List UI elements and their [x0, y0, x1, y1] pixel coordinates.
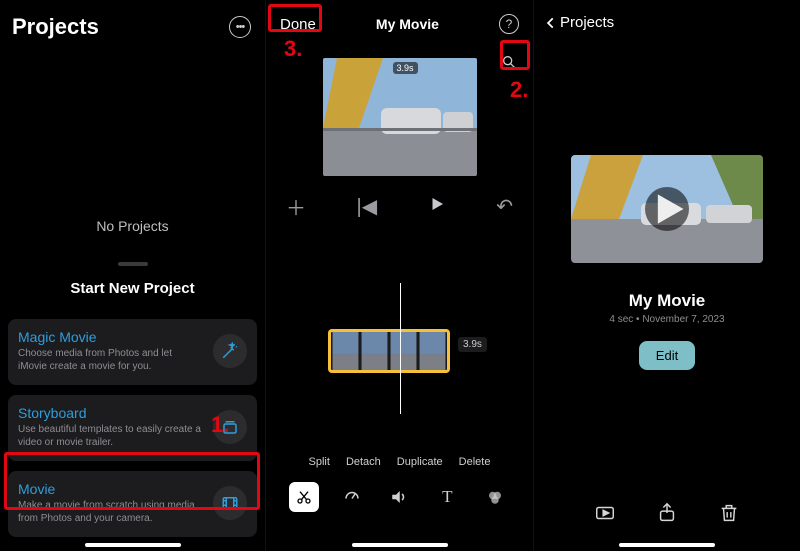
timeline[interactable]: 3.9s: [266, 291, 533, 406]
project-meta: 4 sec • November 7, 2023: [534, 314, 800, 325]
text-tool[interactable]: T: [432, 482, 462, 512]
volume-tool[interactable]: [384, 482, 414, 512]
card-desc: Use beautiful templates to easily create…: [18, 423, 203, 449]
projects-header: Projects •••: [0, 0, 265, 48]
preview-duration-badge: 3.9s: [393, 62, 418, 74]
clip-actions: Split Detach Duplicate Delete: [266, 456, 533, 468]
home-indicator: [352, 543, 448, 547]
edit-button[interactable]: Edit: [639, 341, 695, 370]
delete-button[interactable]: Delete: [459, 456, 491, 468]
annotation-box-movie: [4, 452, 260, 510]
movie-title: My Movie: [376, 16, 439, 32]
project-name: My Movie: [534, 291, 800, 311]
sheet-handle[interactable]: [118, 262, 148, 266]
speed-tool[interactable]: [337, 482, 367, 512]
split-button[interactable]: Split: [309, 456, 330, 468]
annotation-box-done: [268, 4, 322, 32]
play-overlay-icon: [645, 187, 689, 231]
undo-button[interactable]: ↶: [496, 194, 513, 219]
annotation-label-3: 3.: [284, 36, 302, 62]
play-button[interactable]: [428, 195, 446, 219]
card-title: Storyboard: [18, 405, 203, 421]
home-indicator: [85, 543, 181, 547]
projects-title: Projects: [12, 14, 99, 40]
skip-back-button[interactable]: |◀: [357, 194, 378, 219]
delete-button[interactable]: [718, 502, 740, 529]
clip-duration-label: 3.9s: [458, 337, 487, 352]
project-actions-bar: [534, 502, 800, 529]
editor-controls: ＋ |◀ ↶: [266, 176, 533, 221]
annotation-label-1: 1.: [211, 412, 229, 438]
back-button[interactable]: Projects: [534, 0, 800, 39]
duplicate-button[interactable]: Duplicate: [397, 456, 443, 468]
card-title: Magic Movie: [18, 329, 203, 345]
wand-icon: [213, 334, 247, 368]
card-magic-movie[interactable]: Magic Movie Choose media from Photos and…: [8, 319, 257, 385]
tool-bar: T: [266, 482, 533, 512]
help-icon[interactable]: ?: [499, 14, 519, 34]
play-project-button[interactable]: [594, 502, 616, 529]
annotation-label-2: 2.: [510, 77, 528, 103]
back-label: Projects: [560, 14, 614, 31]
start-new-project-label: Start New Project: [0, 280, 265, 297]
project-thumbnail[interactable]: [571, 155, 763, 263]
video-preview[interactable]: 3.9s: [323, 58, 477, 176]
cut-tool[interactable]: [289, 482, 319, 512]
no-projects-label: No Projects: [0, 218, 265, 234]
home-indicator: [619, 543, 715, 547]
project-detail-panel: Projects My Movie 4 sec • November 7, 20…: [534, 0, 800, 551]
annotation-box-zoom: [500, 40, 530, 70]
card-desc: Choose media from Photos and let iMovie …: [18, 347, 203, 373]
playhead[interactable]: [400, 283, 401, 414]
filters-tool[interactable]: [480, 482, 510, 512]
detach-button[interactable]: Detach: [346, 456, 381, 468]
add-media-button[interactable]: ＋: [286, 192, 306, 221]
share-button[interactable]: [656, 502, 678, 529]
more-icon[interactable]: •••: [229, 16, 251, 38]
timeline-clip[interactable]: [328, 329, 450, 373]
projects-panel: Projects ••• No Projects Start New Proje…: [0, 0, 266, 551]
editor-panel: Done My Movie ? 3. 2. 3.9s ＋ |◀ ↶: [266, 0, 534, 551]
